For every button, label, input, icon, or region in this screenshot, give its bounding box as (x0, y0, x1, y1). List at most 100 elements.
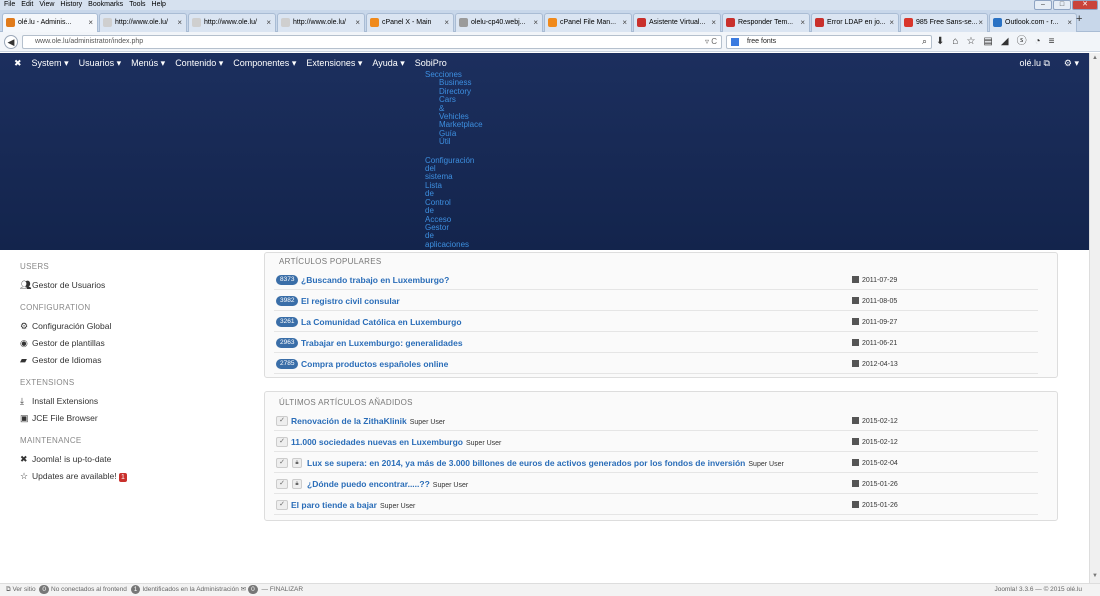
sidebar-item-languages[interactable]: ▰ Gestor de Idiomas (20, 355, 101, 366)
joomla-logo-icon[interactable]: ✖ (14, 57, 22, 69)
scroll-up-icon[interactable]: ▲ (1092, 55, 1098, 61)
menu-content[interactable]: Contenido ▾ (175, 57, 223, 69)
close-tab-icon[interactable]: × (711, 14, 716, 31)
close-tab-icon[interactable]: × (177, 14, 182, 31)
sidebar-item-jce-browser[interactable]: ▣ JCE File Browser (20, 413, 98, 424)
url-bar[interactable]: www.ole.lu/administrator/index.php ▿ C (22, 35, 722, 49)
close-tab-icon[interactable]: × (266, 14, 271, 31)
published-check-icon[interactable]: ✓ (276, 500, 288, 510)
menu-help[interactable]: Help (152, 0, 166, 10)
search-box[interactable]: free fonts ⌕ (726, 35, 932, 49)
site-link[interactable]: olé.lu ⧉ (1019, 57, 1049, 69)
browser-tab[interactable]: http://www.ole.lu/ × (99, 13, 187, 32)
bookmarks-icon[interactable]: ▤ (983, 36, 992, 48)
messages-icon[interactable]: ✉ (241, 586, 246, 593)
close-tab-icon[interactable]: × (978, 14, 983, 31)
extension-icon[interactable]: ◔ (1035, 36, 1041, 48)
article-title-link[interactable]: Renovación de la ZithaKlinik Super User (291, 416, 445, 426)
download-icon[interactable]: ⬇ (936, 36, 944, 48)
article-title-link[interactable]: El registro civil consular (301, 296, 400, 306)
tab-favicon-icon (370, 18, 379, 27)
maximize-button[interactable]: □ (1053, 0, 1071, 10)
minimize-button[interactable]: – (1034, 0, 1052, 10)
close-tab-icon[interactable]: × (444, 14, 449, 31)
article-title-link[interactable]: Lux se supera: en 2014, ya más de 3.000 … (307, 458, 784, 468)
article-title-link[interactable]: 11.000 sociedades nuevas en Luxemburgo Su… (291, 437, 501, 447)
sidebar-item-joomla-uptodate[interactable]: ✖ Joomla! is up-to-date (20, 454, 111, 465)
article-author: Super User (465, 440, 502, 447)
published-check-icon[interactable]: ✓ (276, 416, 288, 426)
search-engine-icon[interactable] (731, 38, 739, 46)
home-icon[interactable]: ⌂ (952, 36, 958, 48)
menu-help[interactable]: Ayuda ▾ (372, 57, 404, 69)
sidebar-item-updates[interactable]: ☆ Updates are available! 1 (20, 471, 127, 482)
close-tab-icon[interactable]: × (533, 14, 538, 31)
menu-components[interactable]: Componentes ▾ (233, 57, 296, 69)
published-check-icon[interactable]: ✓ (276, 437, 288, 447)
browser-tab[interactable]: http://www.ole.lu/ × (188, 13, 276, 32)
menu-tools[interactable]: Tools (129, 0, 145, 10)
article-title-link[interactable]: La Comunidad Católica en Luxemburgo (301, 317, 462, 327)
browser-tab[interactable]: cPanel X - Main × (366, 13, 454, 32)
menu-history[interactable]: History (60, 0, 82, 10)
bookmark-star-icon[interactable]: ☆ (966, 36, 975, 48)
sidebar-item-install-extensions[interactable]: ⤓ Install Extensions (20, 396, 98, 407)
back-button[interactable]: ◀ (4, 35, 18, 49)
browser-tab[interactable]: Responder Tem... × (722, 13, 810, 32)
menu-file[interactable]: File (4, 0, 15, 10)
sidebar-item-user-manager[interactable]: 👥︎Gestor de Usuarios (20, 280, 105, 291)
view-site-link[interactable]: ⧉ Ver sitio (6, 586, 36, 593)
submenu-item[interactable]: Cars (425, 95, 483, 104)
article-date: 2011-09-27 (852, 318, 897, 326)
browser-tab[interactable]: olelu-cp40.webj... × (455, 13, 543, 32)
lock-icon[interactable]: 🔒︎ (292, 479, 302, 489)
vertical-scrollbar[interactable]: ▲ ▼ (1089, 53, 1100, 583)
submenu-item[interactable]: Guía (425, 129, 483, 138)
skype-icon[interactable]: ⓢ (1017, 36, 1027, 48)
menu-sobipro[interactable]: SobiPro (415, 57, 447, 69)
submenu-apps[interactable]: aplicaciones (425, 240, 483, 249)
article-title-link[interactable]: Compra productos españoles online (301, 359, 448, 369)
search-icon[interactable]: ⌕ (922, 36, 927, 47)
close-tab-icon[interactable]: × (1067, 14, 1072, 31)
sidebar-item-global-config[interactable]: ⚙ Configuración Global (20, 321, 111, 332)
reload-icon[interactable]: ▿ C (705, 37, 717, 46)
close-window-button[interactable]: ✕ (1072, 0, 1098, 10)
browser-tab[interactable]: Asistente Virtual... × (633, 13, 721, 32)
menu-system[interactable]: System ▾ (32, 57, 69, 69)
menu-edit[interactable]: Edit (21, 0, 33, 10)
close-tab-icon[interactable]: × (800, 14, 805, 31)
browser-tab[interactable]: http://www.ole.lu/ × (277, 13, 365, 32)
latest-article-row: ✓ 11.000 sociedades nuevas en Luxemburgo S… (274, 432, 1038, 452)
article-title-link[interactable]: Trabajar en Luxemburgo: generalidades (301, 338, 463, 348)
close-tab-icon[interactable]: × (889, 14, 894, 31)
close-tab-icon[interactable]: × (355, 14, 360, 31)
addon-icon[interactable]: ◢ (1001, 36, 1009, 48)
settings-gear-icon[interactable]: ⚙ ▾ (1064, 57, 1079, 69)
article-title-link[interactable]: El paro tiende a bajar Super User (291, 500, 415, 510)
close-tab-icon[interactable]: × (622, 14, 627, 31)
menu-view[interactable]: View (39, 0, 54, 10)
submenu-item[interactable]: Útil (425, 137, 483, 146)
article-title-link[interactable]: ¿Dónde puedo encontrar.....?? Super User (307, 479, 468, 489)
published-check-icon[interactable]: ✓ (276, 458, 288, 468)
browser-tab[interactable]: Outlook.com - r... × (989, 13, 1077, 32)
hamburger-menu-icon[interactable]: ≡ (1049, 36, 1055, 48)
sidebar-item-templates[interactable]: ◉ Gestor de plantillas (20, 338, 105, 349)
url-text: www.ole.lu/administrator/index.php (35, 38, 144, 45)
close-tab-icon[interactable]: × (88, 14, 93, 31)
menu-users[interactable]: Usuarios ▾ (79, 57, 122, 69)
menu-menus[interactable]: Menús ▾ (131, 57, 165, 69)
lock-icon[interactable]: 🔒︎ (292, 458, 302, 468)
article-title-link[interactable]: ¿Buscando trabajo en Luxemburgo? (301, 275, 449, 285)
browser-tab[interactable]: 985 Free Sans-se... × (900, 13, 988, 32)
published-check-icon[interactable]: ✓ (276, 479, 288, 489)
browser-tab[interactable]: Error LDAP en jo... × (811, 13, 899, 32)
menu-bookmarks[interactable]: Bookmarks (88, 0, 123, 10)
browser-tab[interactable]: olé.lu - Adminis... × (2, 13, 98, 32)
menu-extensions[interactable]: Extensiones ▾ (306, 57, 362, 69)
new-tab-button[interactable]: + (1076, 13, 1082, 25)
browser-tab[interactable]: cPanel File Man... × (544, 13, 632, 32)
logout-link[interactable]: — FINALIZAR (262, 586, 304, 593)
scroll-down-icon[interactable]: ▼ (1092, 573, 1098, 579)
